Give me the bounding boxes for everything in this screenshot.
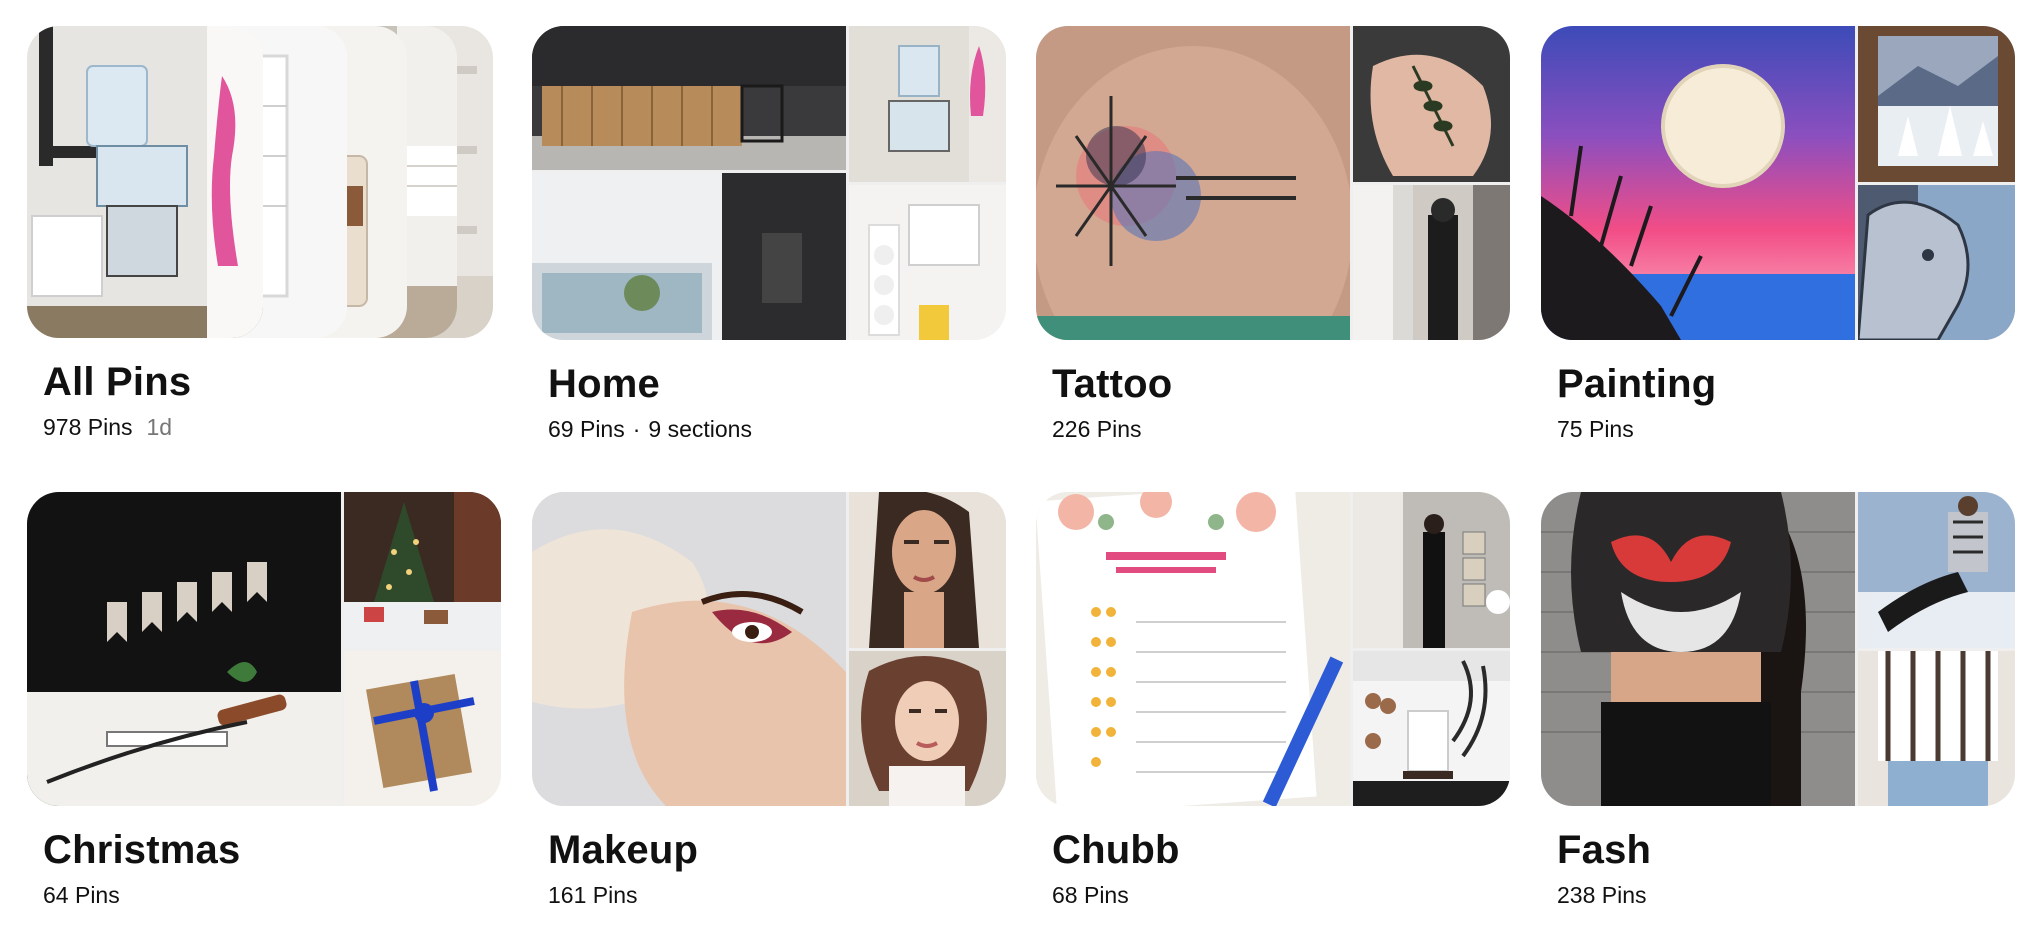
pin-image-glam-portrait [849,492,1006,648]
pin-count: 161 Pins [548,882,638,908]
board-cover [1036,492,1510,806]
pin-image-compass-tattoo [1036,26,1350,340]
board-meta: 226 Pins [1052,414,1510,444]
pin-count: 68 Pins [1052,882,1129,908]
board-title: Chubb [1052,828,1180,872]
pin-image-kitchen-island [532,26,846,170]
board-home[interactable]: Home 69 Pins · 9 sections [532,26,1006,444]
pin-count: 69 Pins [548,416,625,442]
pin-image-bridal-makeup [849,651,1006,806]
board-cover [532,492,1006,806]
board-christmas[interactable]: Christmas 64 Pins [27,492,501,910]
board-meta: 75 Pins [1557,414,2015,444]
pin-count: 238 Pins [1557,882,1647,908]
board-cover [27,492,501,806]
pin-image-hand-tattoo [1353,26,1510,182]
pin-image-moon-painting [1541,26,1855,340]
board-tattoo[interactable]: Tattoo 226 Pins [1036,26,1510,444]
board-title: Fash [1557,828,1652,872]
board-title: Tattoo [1052,362,1173,406]
board-meta: 69 Pins · 9 sections [548,414,1006,444]
board-painting[interactable]: Painting 75 Pins [1541,26,2015,444]
board-fash[interactable]: Fash 238 Pins [1541,492,2015,910]
pin-image-winter-outfit [1858,492,2015,648]
boards-grid: All Pins 978 Pins 1d Home 69 Pins · 9 secti… [0,0,2032,932]
pin-count: 978 Pins [43,414,133,440]
pin-image-kraft-gift [344,651,501,806]
board-cover [532,26,1006,340]
pin-image-pantry-door [849,185,1006,340]
board-title: All Pins [43,360,192,404]
board-meta: 64 Pins [43,880,501,910]
board-cover-stack [27,26,493,338]
pin-image-dessert-table [1353,651,1510,806]
pin-image-graphic-tee [1541,492,1855,806]
board-meta: 978 Pins 1d [43,412,501,442]
pin-image-under-sink [27,26,263,338]
pin-image-mirror-selfie [1353,185,1510,340]
pin-image-gift-wrap [27,492,341,806]
board-all-pins[interactable]: All Pins 978 Pins 1d [27,26,501,442]
pin-count: 75 Pins [1557,416,1634,442]
board-cover [1541,26,2015,340]
pin-image-striped-shirt [1858,651,2015,806]
board-title: Painting [1557,362,1717,406]
board-cover [1036,26,1510,340]
pin-image-sink-organizer [849,26,1006,182]
board-meta: 68 Pins [1052,880,1510,910]
pin-count: 226 Pins [1052,416,1142,442]
board-meta: 161 Pins [548,880,1006,910]
pin-image-baby-shower [1353,492,1510,648]
board-makeup[interactable]: Makeup 161 Pins [532,492,1006,910]
board-title: Home [548,362,660,406]
board-cover [1541,492,2015,806]
pin-image-emoji-game [1036,492,1350,806]
separator-dot: · [632,416,641,442]
pin-image-christmas-village [344,492,501,648]
section-count: 9 sections [648,416,752,442]
pin-image-living-room [532,173,846,340]
pin-image-winter-trees [1858,26,2015,182]
board-meta: 238 Pins [1557,880,2015,910]
pin-image-statue-painting [1858,185,2015,340]
board-chubb[interactable]: Chubb 68 Pins [1036,492,1510,910]
board-title: Makeup [548,828,699,872]
last-updated: 1d [146,414,173,440]
pin-image-eye-makeup [532,492,846,806]
board-title: Christmas [43,828,241,872]
pin-count: 64 Pins [43,882,120,908]
